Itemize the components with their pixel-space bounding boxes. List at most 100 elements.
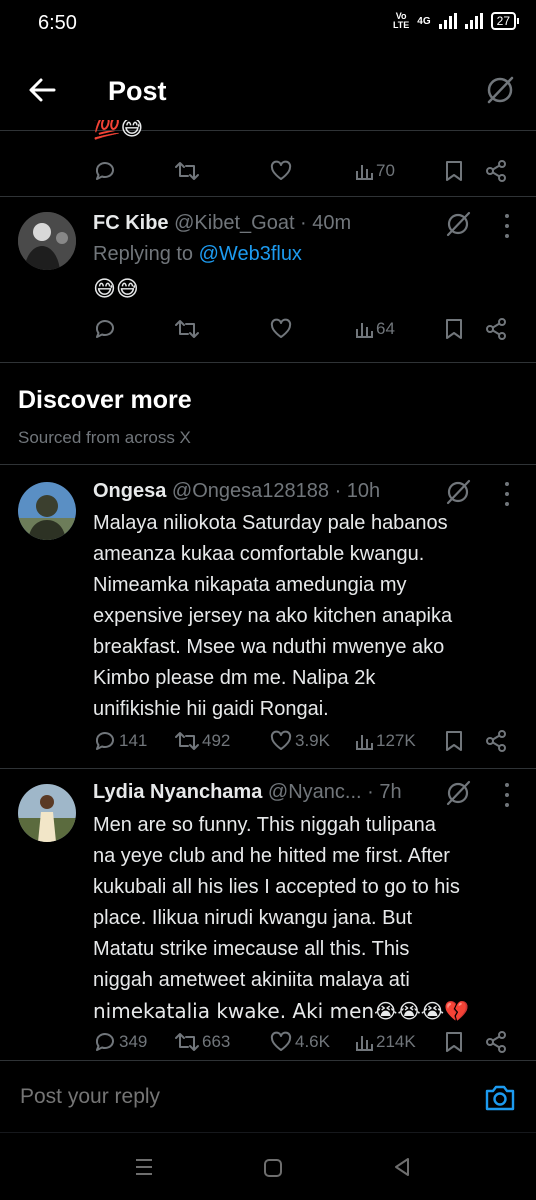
section-title: Discover more [18,386,192,414]
author-handle-time[interactable]: @Kibet_Goat · 40m [174,212,351,234]
replying-to-handle[interactable]: @Web3flux [199,243,302,265]
action-bar: 70 [0,156,536,186]
heart-icon [270,1031,292,1051]
avatar[interactable] [18,784,76,842]
more-options-button[interactable] [504,482,510,506]
back-button[interactable] [26,74,58,106]
replying-to-label: Replying to [93,243,199,265]
repost-icon [175,732,199,750]
tweet-header: Ongesa @Ongesa128188 · 10h [93,480,380,503]
heart-icon [270,160,292,180]
repost-button[interactable] [174,156,200,186]
tweet-text-line: ameanza kukaa comfortable kwangu. [93,543,425,565]
like-button[interactable] [269,156,293,186]
views-button[interactable]: 127K [354,726,416,756]
avatar-photo [18,784,76,842]
bookmark-button[interactable] [444,1027,464,1057]
bookmark-button[interactable] [444,314,464,344]
views-count: 70 [376,161,395,180]
bookmark-button[interactable] [444,726,464,756]
more-options-button[interactable] [504,214,510,238]
tweet-text: 😅😅 [93,277,139,302]
share-icon [486,318,506,340]
share-button[interactable] [484,726,508,756]
views-icon [356,735,373,750]
grok-button[interactable] [444,478,472,506]
reply-button[interactable]: 141 [93,726,147,756]
views-icon [356,323,373,338]
grok-button[interactable] [444,779,472,807]
repost-count: 663 [202,1032,231,1051]
reply-count: 349 [119,1032,148,1051]
tweet-text: Malaya niliokota Saturday pale habanos a… [93,508,513,725]
menu-icon [136,1159,152,1175]
author-handle-time[interactable]: @Ongesa128188 · 10h [172,480,380,502]
reply-button[interactable]: 349 [93,1027,147,1057]
tweet-text-line: Malaya niliokota Saturday pale habanos [93,512,448,534]
repost-button[interactable]: 492 [174,726,230,756]
views-button[interactable]: 64 [354,314,395,344]
repost-button[interactable]: 663 [174,1027,230,1057]
tweet-text-partial: 💯😅 [93,120,144,141]
bookmark-icon [446,731,462,751]
nav-recents-button[interactable] [134,1156,154,1183]
views-count: 214K [376,1032,416,1051]
camera-icon [485,1085,515,1111]
reply-icon [95,732,114,750]
reply-icon [95,162,114,180]
home-square-icon [264,1159,282,1177]
action-bar: 349 663 4.6K 214K [0,1027,536,1057]
share-button[interactable] [484,314,508,344]
avatar-photo [18,212,76,270]
reply-button[interactable] [93,314,117,344]
camera-button[interactable] [482,1080,518,1116]
more-options-button[interactable] [504,783,510,807]
tweet-text-line: Matatu strike imecause all this. This [93,938,410,960]
grok-button[interactable] [444,210,472,238]
divider [0,130,536,131]
views-icon [356,165,373,180]
author-handle-time[interactable]: @Nyanc... · 7h [268,781,402,803]
reply-input[interactable] [18,1084,422,1110]
status-icons: Vo LTE 4G 27 [393,12,520,30]
reply-count: 141 [119,731,148,750]
bookmark-icon [446,161,462,181]
author-name[interactable]: Ongesa [93,480,166,502]
tweet-text-line: niggah ametweet akiniita malaya ati [93,969,410,991]
like-button[interactable]: 4.6K [269,1027,330,1057]
divider [0,768,536,769]
tweet-text-line: unifikishie hii gaidi Rongai. [93,698,329,720]
tweet-text-line: Nimeamka nikapata amedungia my [93,574,407,596]
signal-icon-2 [464,13,483,29]
author-name[interactable]: FC Kibe [93,212,169,234]
avatar[interactable] [18,212,76,270]
share-icon [486,730,506,752]
heart-icon [270,730,292,750]
like-button[interactable]: 3.9K [269,726,330,756]
nav-home-button[interactable] [263,1158,283,1183]
grok-icon [487,76,514,104]
views-button[interactable]: 70 [354,156,395,186]
grok-button[interactable] [484,74,516,106]
replying-to: Replying to @Web3flux [93,243,302,266]
action-bar: 141 492 3.9K 127K [0,726,536,756]
divider [0,1060,536,1061]
grok-icon [446,211,471,237]
views-button[interactable]: 214K [354,1027,416,1057]
reply-button[interactable] [93,156,117,186]
bookmark-button[interactable] [444,156,464,186]
repost-icon [175,162,199,180]
share-button[interactable] [484,156,508,186]
repost-icon [175,1033,199,1051]
avatar[interactable] [18,482,76,540]
tweet-header: FC Kibe @Kibet_Goat · 40m [93,212,351,235]
author-name[interactable]: Lydia Nyanchama [93,781,262,803]
like-button[interactable] [269,314,293,344]
status-time: 6:50 [38,12,77,34]
reply-icon [95,1033,114,1051]
views-count: 64 [376,319,395,338]
share-button[interactable] [484,1027,508,1057]
tweet-text: Men are so funny. This niggah tulipana n… [93,810,513,1027]
nav-back-button[interactable] [392,1156,412,1183]
repost-button[interactable] [174,314,200,344]
